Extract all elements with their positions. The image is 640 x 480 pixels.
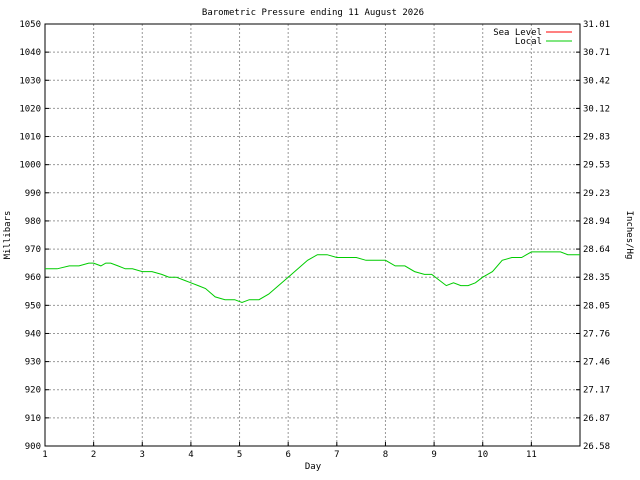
y-tick-label-right: 27.76	[583, 329, 610, 339]
x-tick-label: 5	[237, 450, 242, 460]
x-tick-label: 10	[477, 450, 488, 460]
x-tick-label: 1	[42, 450, 47, 460]
y-tick-label-left: 910	[25, 414, 41, 424]
y-tick-label-left: 1030	[19, 76, 41, 86]
y-tick-label-right: 31.01	[583, 20, 610, 30]
x-tick-label: 3	[140, 450, 145, 460]
y-tick-label-right: 27.46	[583, 358, 610, 368]
y-tick-label-right: 26.58	[583, 442, 610, 452]
y-tick-label-right: 28.05	[583, 301, 610, 311]
legend-label-local: Local	[515, 37, 542, 47]
y-tick-label-right: 30.71	[583, 48, 610, 58]
y-tick-label-right: 29.83	[583, 133, 610, 143]
x-tick-label: 8	[383, 450, 388, 460]
x-tick-label: 4	[188, 450, 193, 460]
x-tick-label: 2	[91, 450, 96, 460]
y-tick-label-right: 28.35	[583, 273, 610, 283]
y-tick-label-left: 960	[25, 273, 41, 283]
y-tick-label-right: 30.12	[583, 104, 610, 114]
y-tick-label-left: 970	[25, 245, 41, 255]
y-tick-label-left: 1040	[19, 48, 41, 58]
y-axis-label-left: Millibars	[3, 211, 13, 260]
x-tick-label: 7	[334, 450, 339, 460]
x-tick-label: 6	[285, 450, 290, 460]
y-tick-label-left: 980	[25, 217, 41, 227]
y-tick-label-left: 920	[25, 386, 41, 396]
chart-background	[0, 0, 640, 480]
y-tick-label-right: 28.94	[583, 217, 610, 227]
y-axis-label-right: Inches/Hg	[624, 211, 634, 260]
y-tick-label-right: 29.53	[583, 161, 610, 171]
y-tick-label-right: 29.23	[583, 189, 610, 199]
y-tick-label-left: 1050	[19, 20, 41, 30]
y-tick-label-right: 30.42	[583, 76, 610, 86]
y-tick-label-right: 27.17	[583, 386, 610, 396]
y-tick-label-right: 28.64	[583, 245, 610, 255]
y-tick-label-left: 1010	[19, 133, 41, 143]
y-tick-label-left: 900	[25, 442, 41, 452]
y-tick-label-left: 1000	[19, 161, 41, 171]
x-tick-label: 11	[526, 450, 537, 460]
y-tick-label-left: 940	[25, 329, 41, 339]
y-tick-label-left: 930	[25, 358, 41, 368]
y-tick-label-left: 950	[25, 301, 41, 311]
x-tick-label: 9	[431, 450, 436, 460]
x-axis-label: Day	[305, 462, 322, 472]
y-tick-label-left: 1020	[19, 104, 41, 114]
y-tick-label-right: 26.87	[583, 414, 610, 424]
barometric-pressure-chart: Barometric Pressure ending 11 August 202…	[0, 0, 640, 480]
chart-title: Barometric Pressure ending 11 August 202…	[202, 8, 424, 18]
y-tick-label-left: 990	[25, 189, 41, 199]
